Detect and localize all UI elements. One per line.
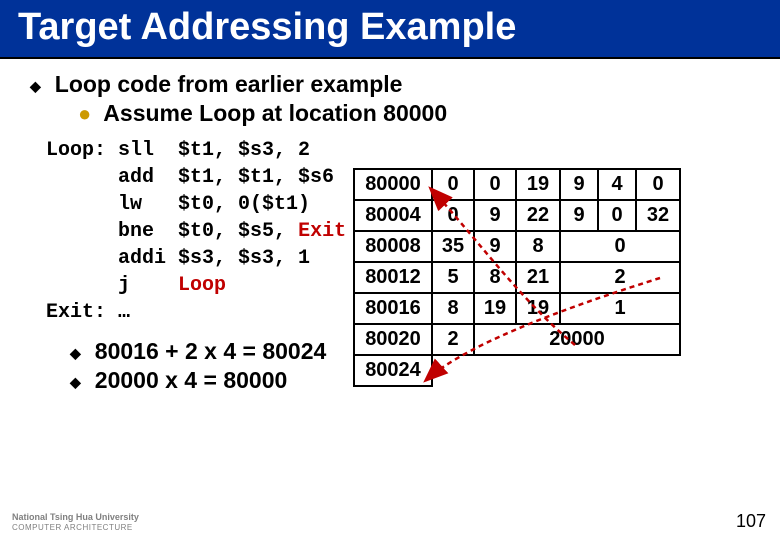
code-args: $s3, $s3, 1 (172, 245, 357, 272)
slide-title: Target Addressing Example (0, 0, 780, 59)
code-instr: sll (112, 137, 172, 164)
code-args: $t0, $s5, Exit (172, 218, 357, 245)
code-row: addi $s3, $s3, 1 (40, 245, 357, 272)
field-cell: 0 (598, 200, 636, 231)
code-label: Loop: (40, 137, 112, 164)
diamond-bullet-icon: ◆ (30, 78, 41, 95)
code-label (40, 272, 112, 299)
field-cell: 9 (474, 231, 516, 262)
code-args: $t0, 0($t1) (172, 191, 357, 218)
diamond-bullet-icon: ◆ (70, 345, 81, 362)
calc1-text: 80016 + 2 x 4 = 80024 (95, 338, 327, 365)
code-row: bne $t0, $s5, Exit (40, 218, 357, 245)
field-cell: 21 (516, 262, 560, 293)
field-cell: 9 (560, 169, 598, 200)
footer-university: National Tsing Hua University (12, 512, 139, 522)
field-cell: 19 (516, 169, 560, 200)
field-cell: 0 (636, 169, 680, 200)
diamond-bullet-icon: ◆ (70, 374, 81, 391)
field-cell-wide: 2 (560, 262, 680, 293)
code-row: lw $t0, 0($t1) (40, 191, 357, 218)
table-row: 80004 0 9 22 9 0 32 (354, 200, 680, 231)
field-cell: 19 (474, 293, 516, 324)
field-cell: 19 (516, 293, 560, 324)
field-cell: 8 (432, 293, 474, 324)
addr-cell: 80000 (354, 169, 432, 200)
calc2-text: 20000 x 4 = 80000 (95, 367, 288, 394)
code-args: Loop (172, 272, 357, 299)
code-listing: Loop: sll $t1, $s3, 2 add $t1, $t1, $s6 … (40, 137, 357, 326)
code-row: j Loop (40, 272, 357, 299)
code-instr: … (112, 299, 172, 326)
page-number: 107 (736, 511, 766, 532)
addr-cell: 80008 (354, 231, 432, 262)
code-instr: addi (112, 245, 172, 272)
footer-dept: COMPUTER ARCHITECTURE (12, 523, 139, 532)
field-cell: 0 (474, 169, 516, 200)
code-row: add $t1, $t1, $s6 (40, 164, 357, 191)
footer-branding: National Tsing Hua University COMPUTER A… (12, 512, 139, 532)
code-label (40, 164, 112, 191)
table-row: 80016 8 19 19 1 (354, 293, 680, 324)
code-label (40, 191, 112, 218)
field-cell: 0 (432, 169, 474, 200)
field-cell-wide: 0 (560, 231, 680, 262)
bullet-sub: ● Assume Loop at location 80000 (78, 100, 760, 127)
encoding-table: 80000 0 0 19 9 4 0 80004 0 9 22 9 0 32 8… (353, 168, 681, 387)
addr-cell: 80012 (354, 262, 432, 293)
field-cell: 9 (560, 200, 598, 231)
field-cell: 9 (474, 200, 516, 231)
table-row: 80020 2 20000 (354, 324, 680, 355)
code-instr: add (112, 164, 172, 191)
table-row: 80012 5 8 21 2 (354, 262, 680, 293)
code-row: Exit: … (40, 299, 357, 326)
addr-cell: 80024 (354, 355, 432, 386)
field-cell: 0 (432, 200, 474, 231)
field-cell: 35 (432, 231, 474, 262)
field-cell: 8 (474, 262, 516, 293)
addr-cell: 80016 (354, 293, 432, 324)
field-cell: 8 (516, 231, 560, 262)
code-row: Loop: sll $t1, $s3, 2 (40, 137, 357, 164)
subbullet-text: Assume Loop at location 80000 (103, 100, 447, 127)
field-cell: 5 (432, 262, 474, 293)
field-cell: 4 (598, 169, 636, 200)
table-row: 80024 (354, 355, 680, 386)
code-instr: bne (112, 218, 172, 245)
bullet-text: Loop code from earlier example (55, 71, 403, 98)
dot-bullet-icon: ● (78, 101, 91, 127)
code-instr: j (112, 272, 172, 299)
code-args: $t1, $s3, 2 (172, 137, 357, 164)
code-label: Exit: (40, 299, 112, 326)
code-instr: lw (112, 191, 172, 218)
empty-cell (432, 355, 680, 386)
code-args: $t1, $t1, $s6 (172, 164, 357, 191)
table-row: 80008 35 9 8 0 (354, 231, 680, 262)
code-label (40, 245, 112, 272)
bullet-main: ◆ Loop code from earlier example (30, 71, 760, 98)
code-args (172, 299, 357, 326)
addr-cell: 80004 (354, 200, 432, 231)
field-cell: 22 (516, 200, 560, 231)
field-cell: 2 (432, 324, 474, 355)
field-cell-wide: 1 (560, 293, 680, 324)
table-row: 80000 0 0 19 9 4 0 (354, 169, 680, 200)
code-label (40, 218, 112, 245)
field-cell-jtype: 20000 (474, 324, 680, 355)
field-cell: 32 (636, 200, 680, 231)
addr-cell: 80020 (354, 324, 432, 355)
